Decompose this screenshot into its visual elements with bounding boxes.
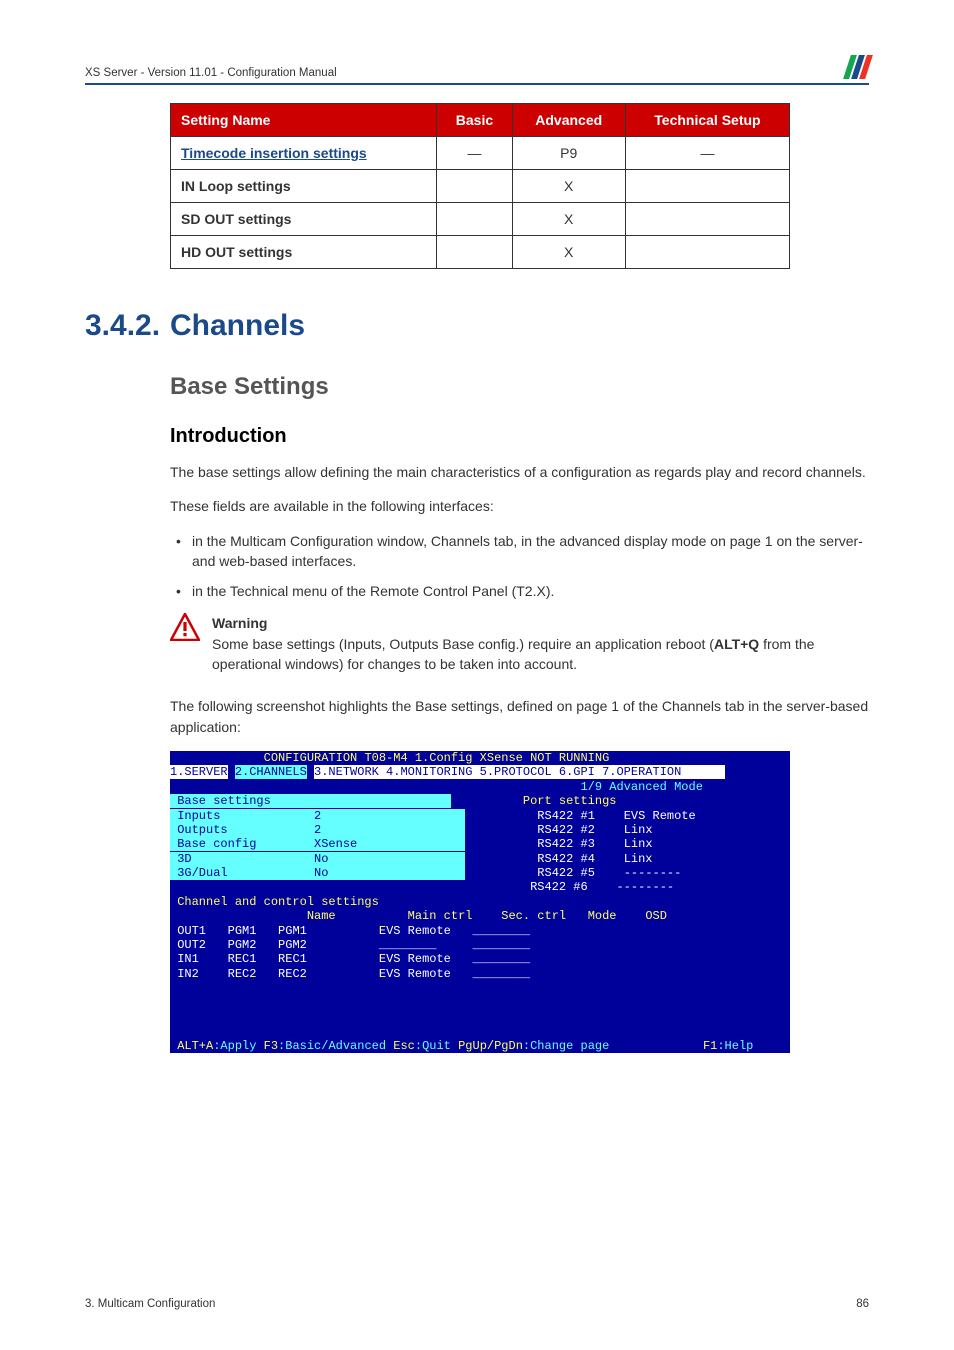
warning-body: Some base settings (Inputs, Outputs Base… [212,636,814,672]
footer-page: 86 [856,1298,869,1310]
warning-label: Warning [212,615,267,631]
settings-table: Setting Name Basic Advanced Technical Se… [170,103,790,269]
bullet-list: in the Multicam Configuration window, Ch… [170,531,869,602]
subsubsection-title: Introduction [170,425,869,448]
table-row: Timecode insertion settings — P9 — [171,137,790,170]
page-footer: 3. Multicam Configuration 86 [85,1298,869,1310]
list-item: in the Technical menu of the Remote Cont… [170,581,869,601]
section-title: Channels [170,309,869,343]
list-item: in the Multicam Configuration window, Ch… [170,531,869,572]
th-basic: Basic [437,104,512,137]
page-header: XS Server - Version 11.01 - Configuratio… [85,55,869,85]
intro-para-1: The base settings allow defining the mai… [170,462,869,482]
th-technical: Technical Setup [625,104,789,137]
table-row: HD OUT settings X [171,236,790,269]
warning-box: Warning Some base settings (Inputs, Outp… [170,613,869,674]
header-text: XS Server - Version 11.01 - Configuratio… [85,67,337,79]
screenshot-intro: The following screenshot highlights the … [170,696,869,737]
terminal-screenshot: CONFIGURATION T08-M4 1.Config XSense NOT… [170,751,790,1053]
table-row: SD OUT settings X [171,203,790,236]
th-setting-name: Setting Name [171,104,437,137]
section-heading: 3.4.2. Channels [85,309,869,343]
intro-para-2: These fields are available in the follow… [170,496,869,516]
section-number: 3.4.2. [85,309,170,343]
th-advanced: Advanced [512,104,625,137]
evs-logo [847,55,869,79]
footer-left: 3. Multicam Configuration [85,1298,215,1310]
timecode-link[interactable]: Timecode insertion settings [181,145,367,161]
subsection-title: Base Settings [170,373,869,401]
warning-icon [170,613,200,674]
table-row: IN Loop settings X [171,170,790,203]
